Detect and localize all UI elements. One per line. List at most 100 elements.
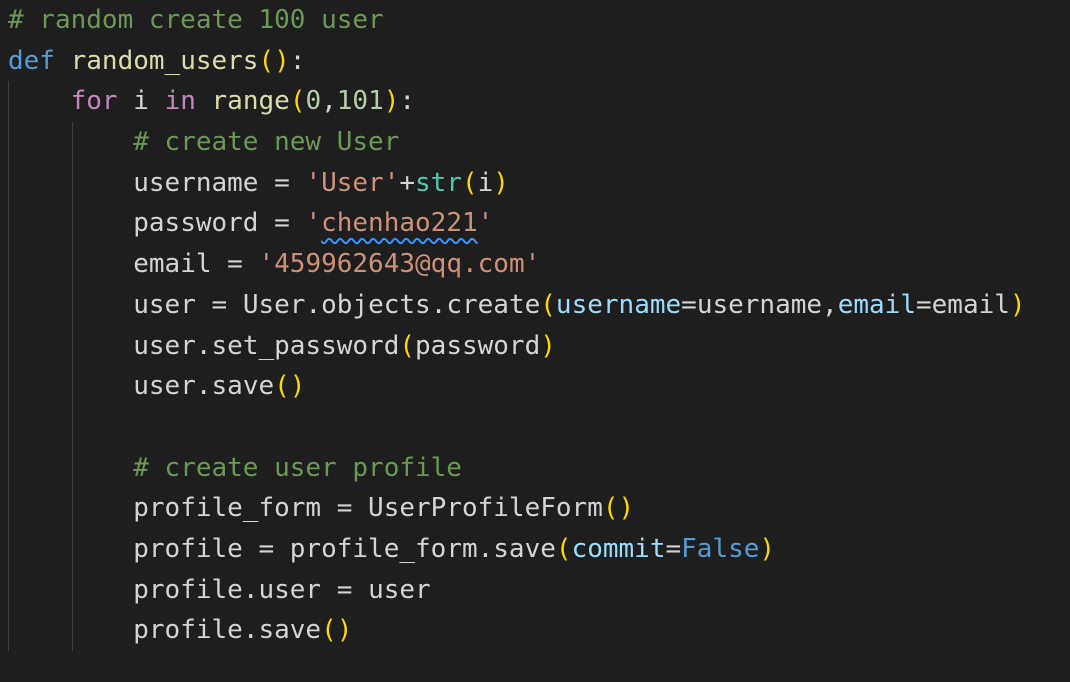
- operator: +: [399, 167, 416, 198]
- code-line[interactable]: user.set_password(password): [8, 326, 1070, 367]
- bracket: (: [540, 289, 556, 320]
- class-name: User: [242, 289, 306, 320]
- variable: profile_form: [289, 533, 478, 564]
- code-line[interactable]: profile.user = user: [8, 570, 1070, 611]
- string: 'User': [305, 167, 400, 198]
- constant: False: [681, 533, 760, 564]
- comment: # create user profile: [133, 452, 462, 483]
- operator: =: [211, 289, 228, 320]
- operator: =: [274, 208, 290, 239]
- dot: .: [477, 533, 494, 564]
- keyword: def: [8, 45, 55, 76]
- operator: =: [665, 533, 682, 564]
- variable: i: [133, 86, 149, 117]
- code-line[interactable]: def random_users():: [8, 41, 1070, 82]
- code-line[interactable]: email = '459962643@qq.com': [8, 244, 1070, 285]
- colon: :: [289, 45, 306, 76]
- code-line[interactable]: # create user profile: [8, 448, 1070, 489]
- code-line[interactable]: profile = profile_form.save(commit=False…: [8, 529, 1070, 570]
- variable: user: [133, 330, 196, 361]
- code-line[interactable]: user = User.objects.create(username=user…: [8, 285, 1070, 326]
- variable: password: [133, 208, 259, 239]
- method-call: save: [493, 533, 556, 564]
- string-quote: ': [477, 208, 494, 239]
- bracket: (: [602, 493, 619, 524]
- code-line[interactable]: profile_form = UserProfileForm(): [8, 488, 1070, 529]
- class-call: UserProfileForm: [368, 493, 603, 524]
- bracket: ): [1009, 289, 1026, 320]
- code-line[interactable]: username = 'User'+str(i): [8, 163, 1070, 204]
- method-call: create: [446, 289, 541, 320]
- comment: # random create 100 user: [8, 5, 384, 35]
- variable: profile: [133, 615, 243, 646]
- variable: profile: [133, 533, 243, 564]
- bracket: (: [258, 45, 275, 76]
- operator: =: [336, 574, 353, 605]
- variable: username: [696, 289, 823, 320]
- variable: profile_form: [133, 493, 322, 524]
- variable: i: [477, 167, 494, 198]
- bracket: (: [555, 533, 572, 564]
- dot: .: [430, 289, 447, 320]
- bracket: ): [274, 45, 290, 76]
- operator: =: [336, 493, 353, 524]
- operator: =: [681, 289, 697, 320]
- dot: .: [242, 615, 259, 646]
- code-line[interactable]: user.save(): [8, 366, 1070, 407]
- keyword-argument: username: [555, 289, 682, 320]
- bracket: ): [336, 615, 353, 646]
- code-line[interactable]: # create new User: [8, 122, 1070, 163]
- function-name: random_users: [70, 45, 259, 76]
- bracket: ): [540, 330, 556, 361]
- string-quote: ': [305, 208, 322, 239]
- bracket: (: [321, 615, 337, 646]
- attribute: objects: [321, 289, 431, 320]
- number: 0: [305, 86, 322, 117]
- code-line[interactable]: for i in range(0,101):: [8, 81, 1070, 122]
- operator: =: [915, 289, 932, 320]
- dot: .: [305, 289, 322, 320]
- operator: =: [274, 167, 290, 198]
- variable: username: [133, 167, 259, 198]
- keyword: in: [164, 86, 196, 117]
- code-editor[interactable]: # random create 100 user def random_user…: [0, 0, 1070, 682]
- bracket: (: [289, 86, 306, 117]
- variable: user: [133, 371, 196, 402]
- method-call: set_password: [211, 330, 400, 361]
- colon: :: [399, 86, 416, 117]
- comma: ,: [822, 289, 838, 320]
- variable: password: [415, 330, 541, 361]
- variable: email: [133, 249, 212, 280]
- number: 101: [336, 86, 384, 117]
- attribute: user: [258, 574, 322, 605]
- variable: profile: [133, 574, 243, 605]
- bracket: ): [759, 533, 776, 564]
- variable: email: [931, 289, 1010, 320]
- comment: # create new User: [133, 127, 400, 158]
- dot: .: [195, 330, 212, 361]
- keyword-argument: email: [837, 289, 916, 320]
- variable: user: [368, 574, 431, 605]
- variable: user: [133, 289, 196, 320]
- operator: =: [258, 533, 275, 564]
- bracket: ): [289, 371, 306, 402]
- function-call: range: [211, 86, 290, 117]
- dot: .: [242, 574, 259, 605]
- keyword-argument: commit: [571, 533, 666, 564]
- bracket: ): [493, 167, 509, 198]
- code-line[interactable]: # random create 100 user: [8, 0, 1070, 41]
- method-call: save: [258, 615, 322, 646]
- operator: =: [227, 249, 243, 280]
- code-line[interactable]: password = 'chenhao221': [8, 203, 1070, 244]
- comma: ,: [321, 86, 337, 117]
- builtin: str: [415, 167, 462, 198]
- spelling-warning-string[interactable]: chenhao221: [321, 208, 478, 238]
- keyword: for: [70, 86, 118, 117]
- code-line[interactable]: profile.save(): [8, 610, 1070, 651]
- code-area[interactable]: # random create 100 user def random_user…: [8, 0, 1070, 651]
- bracket: (: [461, 167, 478, 198]
- dot: .: [195, 371, 212, 402]
- bracket: ): [383, 86, 400, 117]
- string: '459962643@qq.com': [258, 249, 541, 280]
- code-line-blank[interactable]: [8, 407, 1070, 448]
